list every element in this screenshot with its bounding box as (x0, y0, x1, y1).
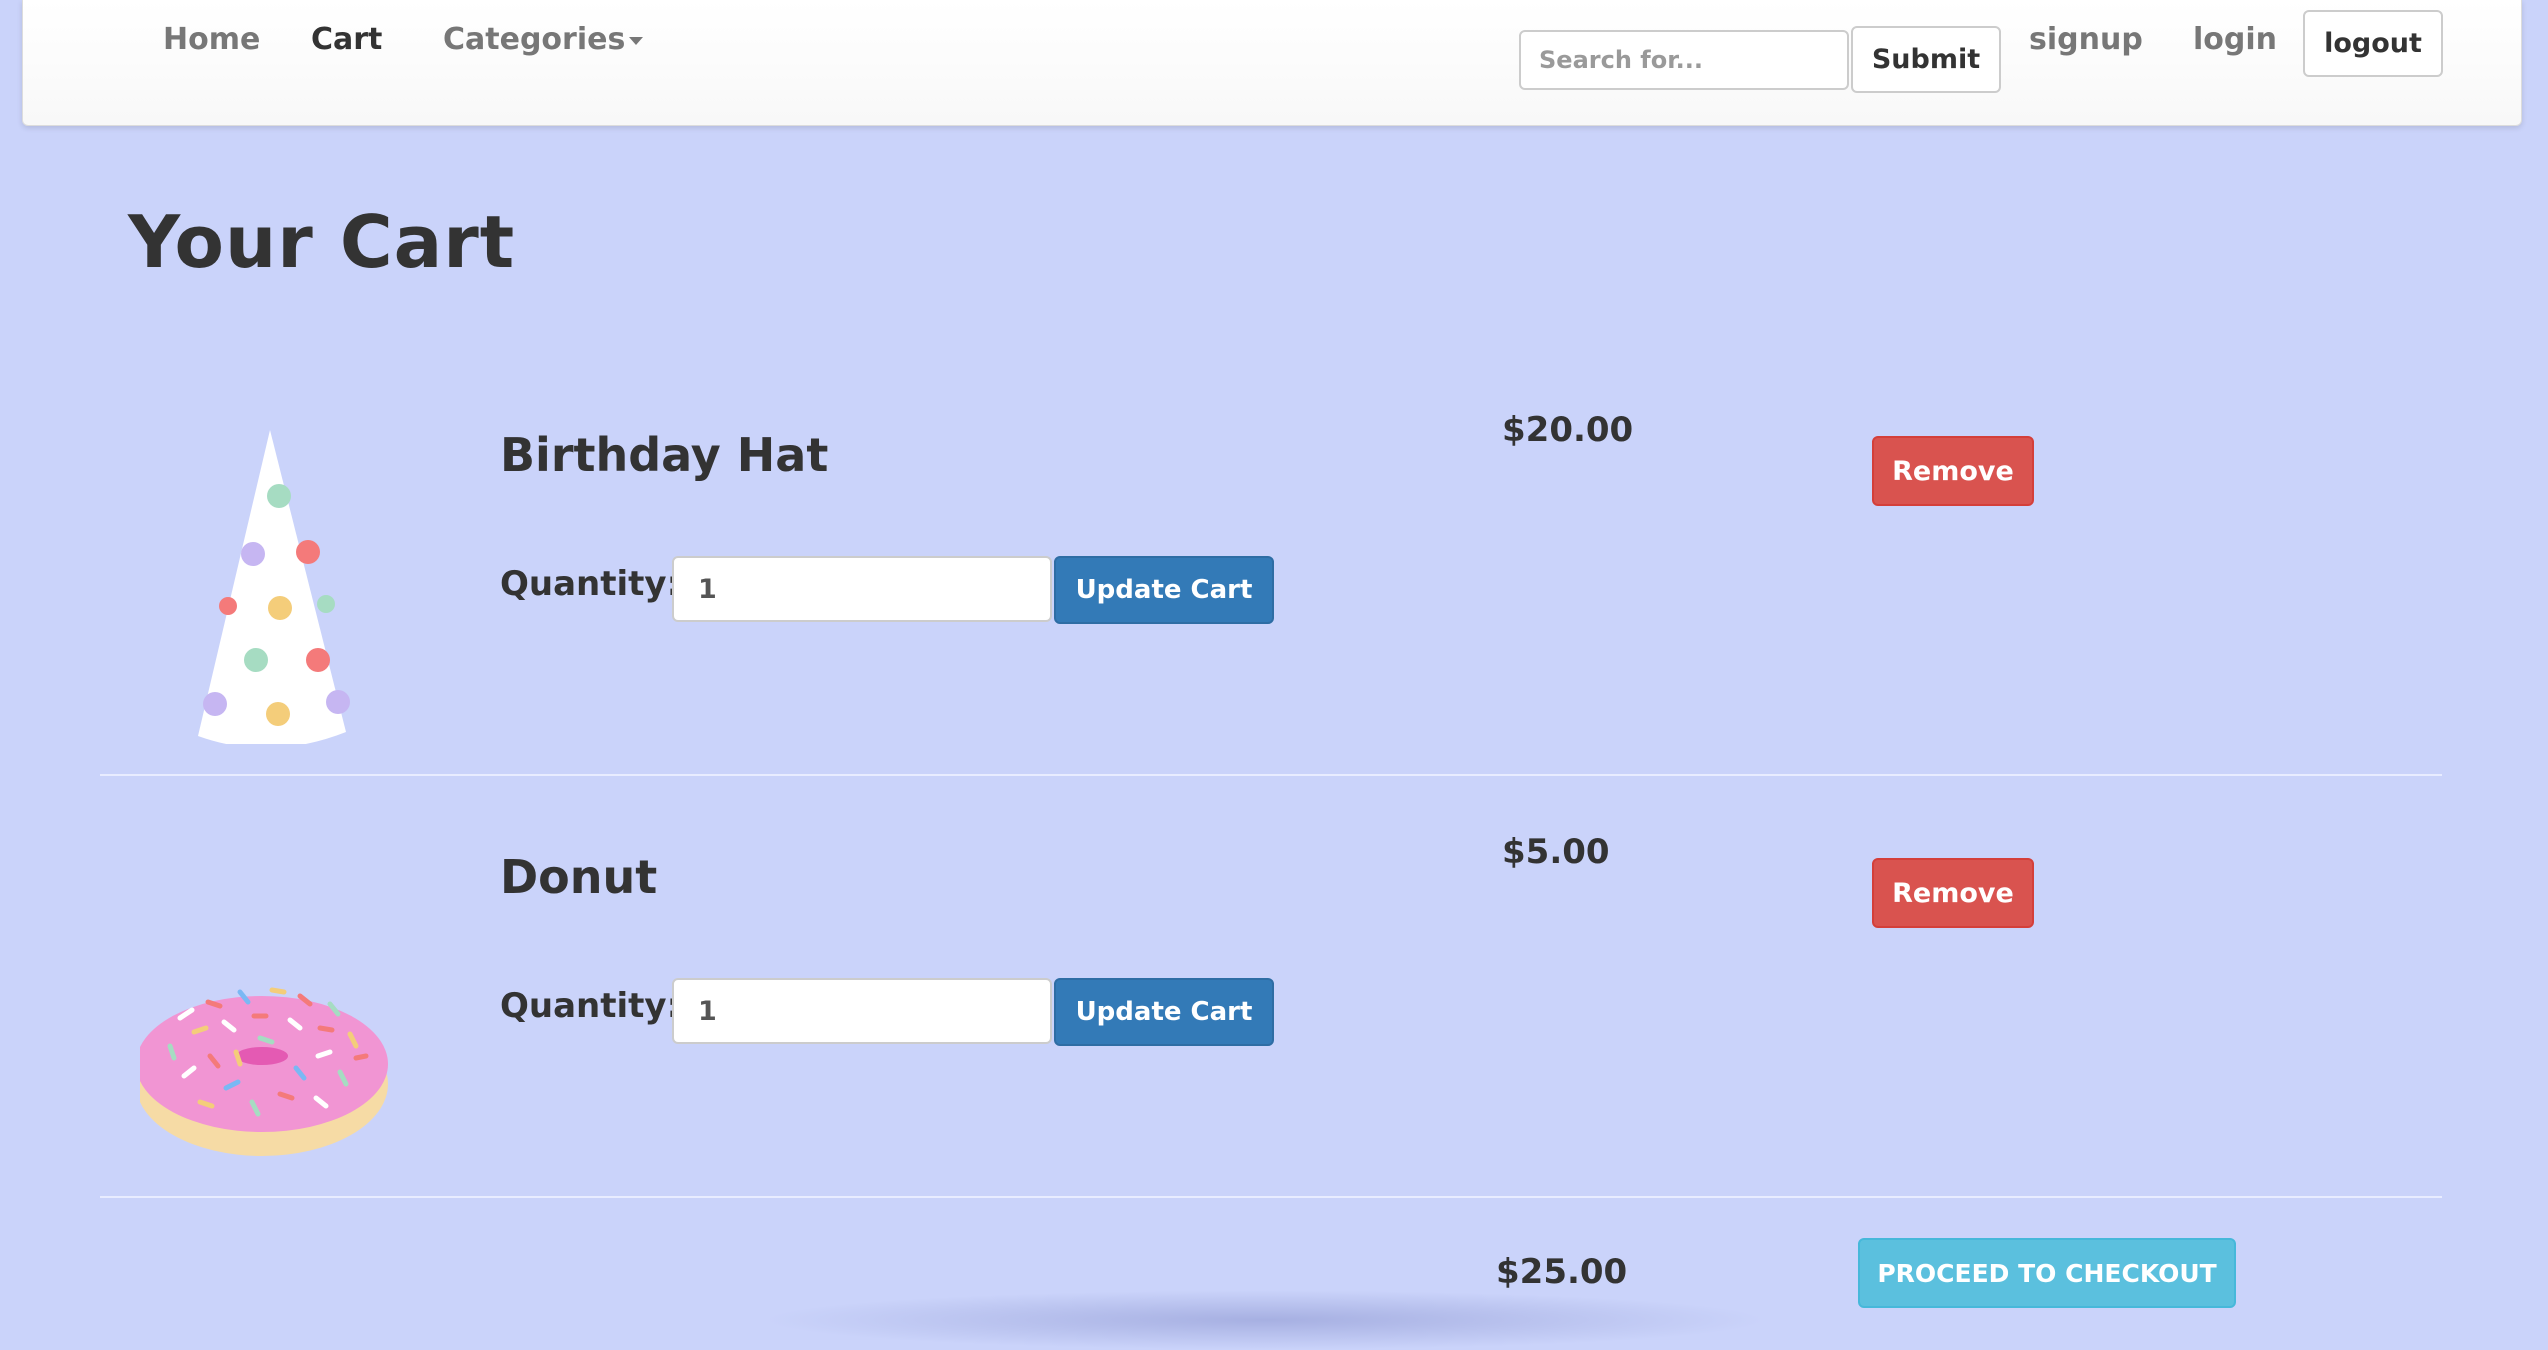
remove-button[interactable]: Remove (1872, 858, 2034, 928)
update-cart-button[interactable]: Update Cart (1054, 978, 1274, 1046)
party-hat-icon (198, 430, 350, 744)
quantity-input[interactable] (672, 556, 1052, 622)
logout-button[interactable]: logout (2303, 10, 2443, 77)
nav-categories-dropdown[interactable]: Categories (443, 22, 644, 57)
update-cart-button[interactable]: Update Cart (1054, 556, 1274, 624)
quantity-label: Quantity: (500, 986, 681, 1026)
item-price: $20.00 (1502, 410, 1634, 450)
remove-button[interactable]: Remove (1872, 436, 2034, 506)
item-name: Birthday Hat (500, 428, 829, 482)
search-input[interactable] (1519, 30, 1849, 90)
nav-signup-link[interactable]: signup (2029, 22, 2143, 57)
search-submit-button[interactable]: Submit (1851, 26, 2001, 93)
caret-down-icon (629, 36, 644, 45)
item-name: Donut (500, 850, 658, 904)
quantity-input[interactable] (672, 978, 1052, 1044)
cart-item: Donut Quantity: Update Cart $5.00 Remove (100, 776, 2442, 1198)
proceed-to-checkout-button[interactable]: PROCEED TO CHECKOUT (1858, 1238, 2236, 1308)
navbar: Home Cart Categories Submit signup login… (22, 0, 2522, 126)
nav-login-link[interactable]: login (2193, 22, 2277, 57)
quantity-label: Quantity: (500, 564, 681, 604)
nav-cart-link[interactable]: Cart (311, 22, 382, 57)
nav-home-link[interactable]: Home (163, 22, 260, 57)
cart-total: $25.00 (1496, 1252, 1628, 1292)
page-title: Your Cart (128, 200, 516, 284)
cart-item: Birthday Hat Quantity: Update Cart $20.0… (100, 354, 2442, 776)
total-row-shadow (760, 1290, 1770, 1350)
nav-categories-label: Categories (443, 22, 626, 57)
donut-icon (140, 987, 388, 1156)
item-price: $5.00 (1502, 832, 1610, 872)
